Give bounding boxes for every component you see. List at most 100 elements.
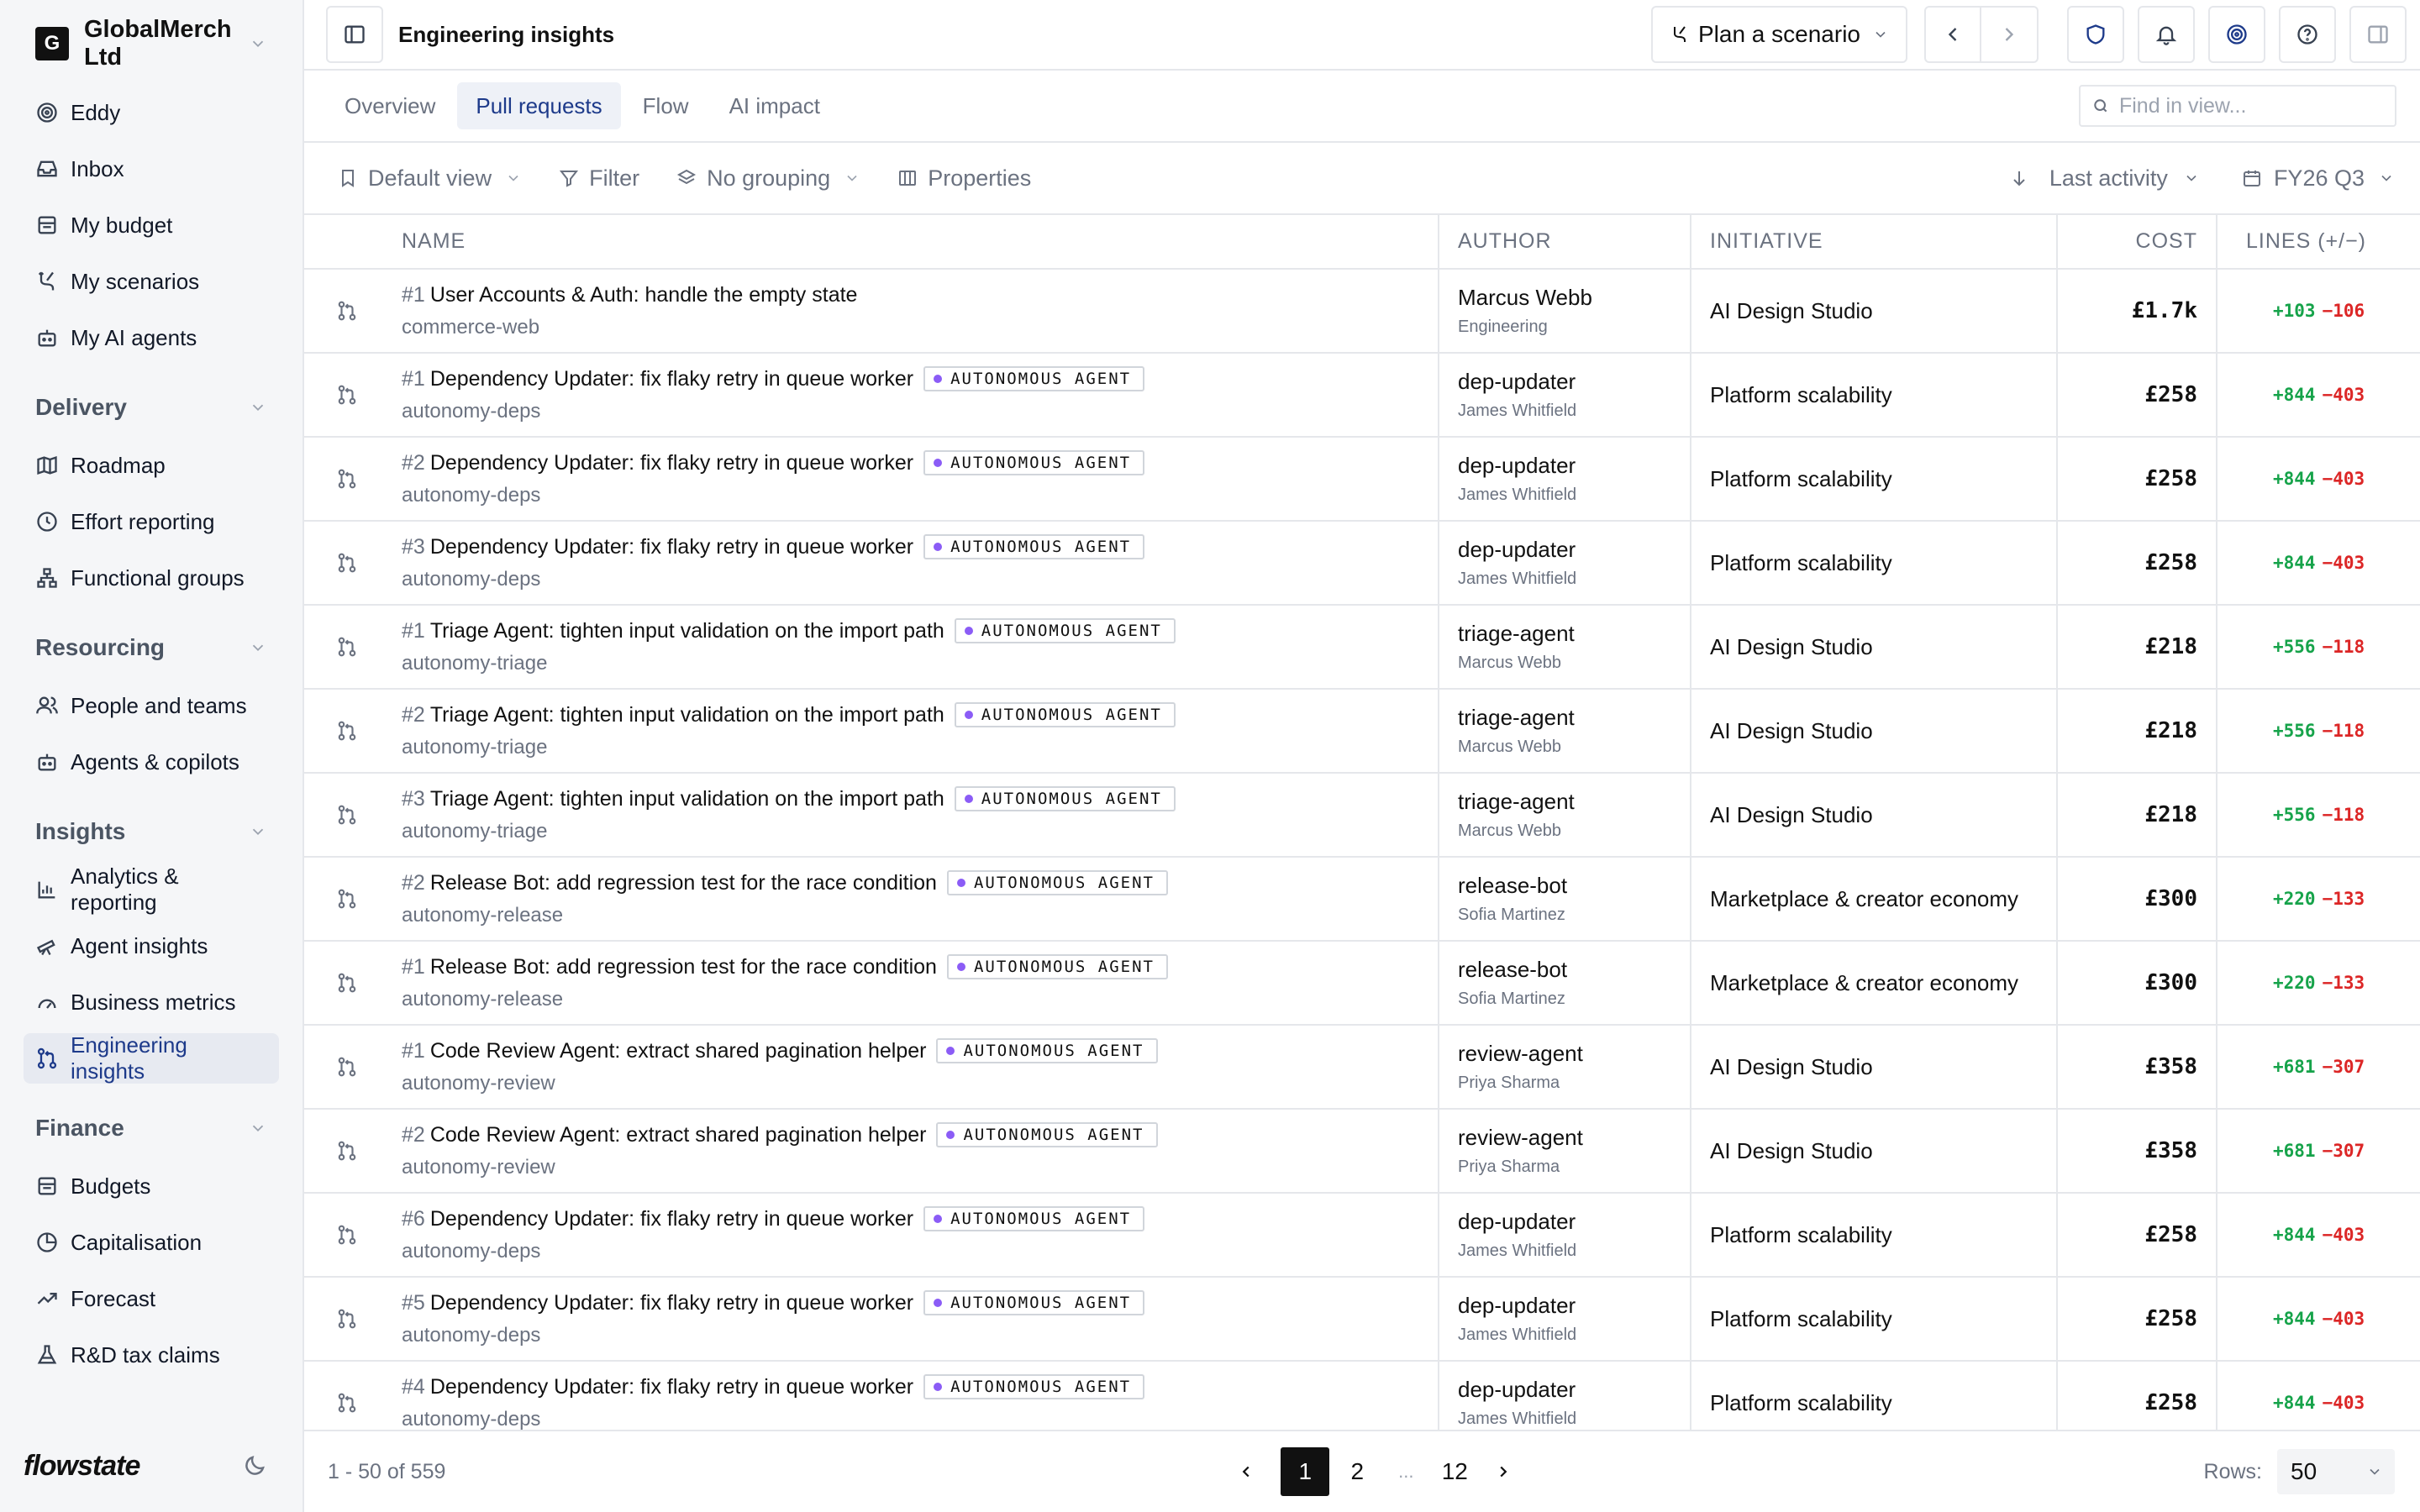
sidebar-item-roadmap[interactable]: Roadmap (24, 440, 279, 491)
sidebar-item-capitalisation[interactable]: Capitalisation (24, 1217, 279, 1268)
sidebar-item-people-and-teams[interactable]: People and teams (24, 680, 279, 731)
view-selector[interactable]: Default view (338, 165, 522, 192)
pr-title[interactable]: Dependency Updater: fix flaky retry in q… (430, 1375, 913, 1399)
pr-title[interactable]: Code Review Agent: extract shared pagina… (430, 1123, 927, 1147)
name-cell: #1 Code Review Agent: extract shared pagi… (387, 1025, 1439, 1110)
table-row[interactable]: #1 Code Review Agent: extract shared pagi… (304, 1025, 2420, 1110)
rows-per-page-select[interactable]: 50 (2277, 1449, 2395, 1494)
sidebar-item-my-scenarios[interactable]: My scenarios (24, 256, 279, 307)
pr-title[interactable]: Code Review Agent: extract shared pagina… (430, 1039, 927, 1063)
table-row[interactable]: #6 Dependency Updater: fix flaky retry in… (304, 1193, 2420, 1278)
table-row[interactable]: #3 Triage Agent: tighten input validation… (304, 773, 2420, 858)
lines-added: +556 (2273, 721, 2316, 741)
forward-button[interactable] (1981, 6, 2039, 63)
lines-removed: −403 (2322, 553, 2365, 573)
pr-title[interactable]: Dependency Updater: fix flaky retry in q… (430, 1291, 913, 1315)
sidebar-item-effort-reporting[interactable]: Effort reporting (24, 496, 279, 547)
column-header-lines[interactable]: LINES (+/−) (2216, 215, 2420, 270)
pr-title[interactable]: Release Bot: add regression test for the… (430, 871, 937, 895)
table-row[interactable]: #1 Triage Agent: tighten input validation… (304, 605, 2420, 690)
pr-title[interactable]: Triage Agent: tighten input validation o… (430, 787, 944, 811)
search-input[interactable] (2118, 93, 2383, 118)
table-row[interactable]: #1 User Accounts & Auth: handle the empty… (304, 269, 2420, 354)
column-header-initiative[interactable]: INITIATIVE (1690, 215, 2057, 270)
sidebar-item-budgets[interactable]: Budgets (24, 1161, 279, 1211)
section-delivery[interactable]: Delivery (24, 381, 279, 433)
pr-title[interactable]: Dependency Updater: fix flaky retry in q… (430, 1207, 913, 1231)
bar-chart-icon (38, 881, 55, 899)
chevron-down-icon (1876, 31, 1886, 38)
agent-dot-icon (946, 1131, 955, 1139)
section-finance[interactable]: Finance (24, 1102, 279, 1154)
security-button[interactable] (2067, 6, 2124, 63)
pr-number: #2 (402, 1122, 425, 1147)
badge-label: AUTONOMOUS AGENT (950, 1378, 1132, 1396)
page-12-button[interactable]: 12 (1430, 1447, 1479, 1496)
pr-title[interactable]: Dependency Updater: fix flaky retry in q… (430, 451, 913, 475)
sidebar-item-analytics-reporting[interactable]: Analytics & reporting (24, 864, 279, 915)
properties-button[interactable]: Properties (897, 165, 1031, 192)
column-header-cost[interactable]: COST (2056, 215, 2217, 270)
tab-flow[interactable]: Flow (624, 82, 708, 129)
pr-title[interactable]: Triage Agent: tighten input validation o… (430, 703, 944, 727)
help-button[interactable] (2279, 6, 2336, 63)
toggle-right-panel-button[interactable] (2349, 6, 2407, 63)
org-switcher[interactable]: G GlobalMerch Ltd (0, 0, 302, 87)
filter-button[interactable]: Filter (559, 165, 639, 192)
pr-title[interactable]: Dependency Updater: fix flaky retry in q… (430, 367, 913, 391)
chevron-left-icon (1948, 28, 1957, 41)
sidebar-item-engineering-insights[interactable]: Engineering insights (24, 1032, 279, 1084)
table-row[interactable]: #2 Code Review Agent: extract shared pagi… (304, 1109, 2420, 1194)
pull-request-icon (338, 301, 356, 321)
period-selector[interactable]: FY26 Q3 (2242, 165, 2395, 192)
pr-title[interactable]: User Accounts & Auth: handle the empty s… (430, 283, 858, 307)
toggle-sidebar-button[interactable] (326, 6, 383, 63)
autonomous-agent-badge: AUTONOMOUS AGENT (936, 1038, 1158, 1063)
sidebar-item-agent-insights[interactable]: Agent insights (24, 921, 279, 971)
table-row[interactable]: #1 Dependency Updater: fix flaky retry in… (304, 353, 2420, 438)
lines-removed: −403 (2322, 1309, 2365, 1329)
page-1-button[interactable]: 1 (1281, 1447, 1330, 1496)
sidebar-item-forecast[interactable]: Forecast (24, 1273, 279, 1324)
sidebar-item-business-metrics[interactable]: Business metrics (24, 977, 279, 1027)
next-page-button[interactable] (1479, 1447, 1528, 1496)
chevron-down-icon (252, 404, 264, 412)
back-button[interactable] (1924, 6, 1981, 63)
page-2-button[interactable]: 2 (1333, 1447, 1381, 1496)
table-row[interactable]: #5 Dependency Updater: fix flaky retry in… (304, 1277, 2420, 1362)
view-label: Default view (368, 165, 492, 191)
author-cell: triage-agent Marcus Webb (1438, 773, 1691, 858)
sidebar-item-my-budget[interactable]: My budget (24, 200, 279, 250)
sidebar-item-eddy[interactable]: Eddy (24, 87, 279, 138)
tab-pull-requests[interactable]: Pull requests (457, 82, 621, 129)
agent-dot-icon (964, 795, 973, 803)
plan-scenario-button[interactable]: Plan a scenario (1650, 6, 1907, 63)
grouping-selector[interactable]: No grouping (676, 165, 860, 192)
sidebar-item-my-ai-agents[interactable]: My AI agents (24, 312, 279, 363)
sidebar-item-rd-tax-claims[interactable]: R&D tax claims (24, 1330, 279, 1380)
pr-title[interactable]: Release Bot: add regression test for the… (430, 955, 937, 979)
sidebar-item-agents-copilots[interactable]: Agents & copilots (24, 737, 279, 787)
moon-icon[interactable] (242, 1453, 267, 1478)
pr-title[interactable]: Triage Agent: tighten input validation o… (430, 619, 944, 643)
sidebar-item-functional-groups[interactable]: Functional groups (24, 553, 279, 603)
pr-title[interactable]: Dependency Updater: fix flaky retry in q… (430, 535, 913, 559)
prev-page-button[interactable] (1222, 1447, 1270, 1496)
column-header-name[interactable]: NAME (387, 215, 1439, 270)
table-row[interactable]: #2 Dependency Updater: fix flaky retry in… (304, 437, 2420, 522)
table-row[interactable]: #3 Dependency Updater: fix flaky retry in… (304, 521, 2420, 606)
table-row[interactable]: #2 Triage Agent: tighten input validation… (304, 689, 2420, 774)
table-row[interactable]: #1 Release Bot: add regression test for t… (304, 941, 2420, 1026)
sidebar-item-inbox[interactable]: Inbox (24, 144, 279, 194)
agent-dot-icon (934, 1215, 943, 1223)
sort-selector[interactable]: Last activity (2009, 165, 2200, 192)
tab-ai-impact[interactable]: AI impact (711, 82, 839, 129)
section-insights[interactable]: Insights (24, 806, 279, 858)
assistant-button[interactable] (2208, 6, 2265, 63)
clock-icon (37, 512, 57, 532)
column-header-author[interactable]: AUTHOR (1438, 215, 1691, 270)
table-row[interactable]: #2 Release Bot: add regression test for t… (304, 857, 2420, 942)
section-resourcing[interactable]: Resourcing (24, 622, 279, 674)
tab-overview[interactable]: Overview (326, 82, 454, 129)
notifications-button[interactable] (2138, 6, 2195, 63)
